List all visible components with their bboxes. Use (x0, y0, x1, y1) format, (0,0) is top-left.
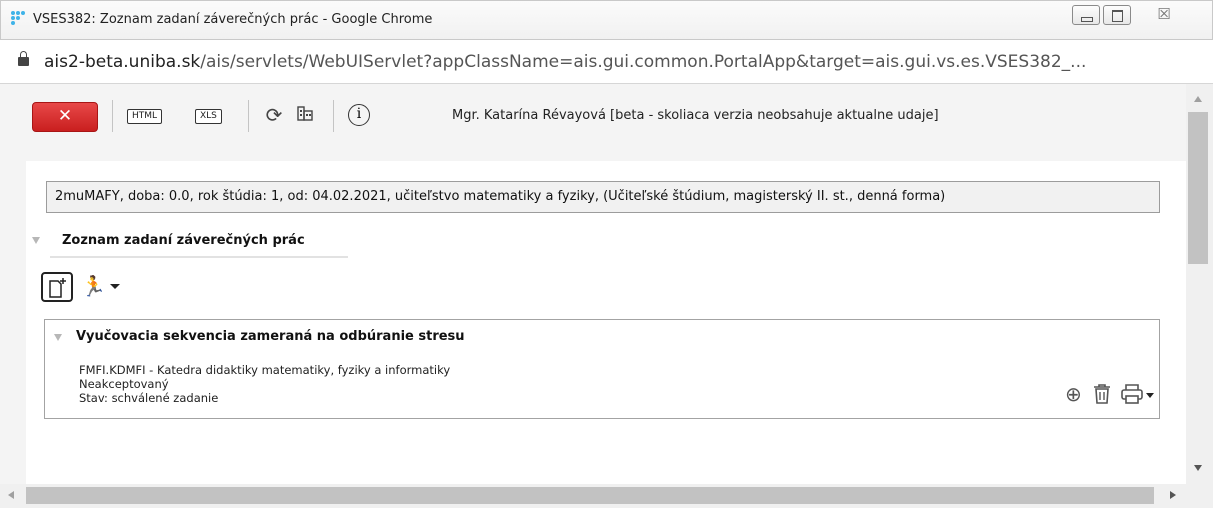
thesis-department: FMFI.KDMFI - Katedra didaktiky matematik… (79, 363, 451, 377)
app-toolbar: ✕ HTML XLS ⟳ i Mgr. Katarína Révayová [b… (0, 84, 1186, 148)
chevron-down-icon[interactable] (1146, 393, 1154, 398)
vertical-scrollbar[interactable] (1186, 84, 1213, 508)
zoom-in-icon[interactable]: ⊕ (1065, 382, 1082, 406)
thesis-card: Vyučovacia sekvencia zameraná na odbúran… (44, 319, 1160, 419)
study-summary: 2muMAFY, doba: 0.0, rok štúdia: 1, od: 0… (46, 181, 1160, 213)
organization-icon[interactable] (293, 103, 317, 127)
section-underline (50, 256, 348, 258)
refresh-icon[interactable]: ⟳ (262, 103, 286, 127)
new-document-button[interactable] (41, 272, 73, 302)
section-title: Zoznam zadaní záverečných prác (62, 233, 305, 248)
toolbar-separator (248, 100, 249, 132)
scroll-right-icon[interactable] (1170, 491, 1176, 499)
new-document-icon (49, 278, 66, 298)
print-icon[interactable] (1120, 383, 1144, 410)
app-dots-icon (11, 11, 25, 25)
scroll-up-icon[interactable] (1194, 96, 1202, 102)
chevron-down-icon[interactable] (110, 284, 120, 289)
close-app-button[interactable]: ✕ (32, 102, 98, 132)
thesis-state: Stav: schválené zadanie (79, 391, 219, 405)
running-person-icon[interactable]: 🏃 (81, 274, 106, 298)
scroll-down-icon[interactable] (1194, 465, 1202, 471)
scroll-left-icon[interactable] (8, 491, 14, 499)
thesis-title: Vyučovacia sekvencia zameraná na odbúran… (76, 329, 465, 344)
toolbar-separator (112, 100, 113, 132)
toolbar-separator (333, 100, 334, 132)
section-header[interactable]: Zoznam zadaní záverečných prác (26, 223, 1186, 258)
window-titlebar: VSES382: Zoznam zadaní záverečných prác … (0, 0, 1213, 40)
horizontal-scroll-thumb[interactable] (26, 487, 1154, 504)
user-info: Mgr. Katarína Révayová [beta - skoliaca … (452, 108, 939, 123)
export-xls-button[interactable]: XLS (195, 109, 222, 124)
url-path: /ais/servlets/WebUIServlet?appClassName=… (200, 52, 1087, 72)
address-bar[interactable]: ais2-beta.uniba.sk/ais/servlets/WebUISer… (0, 40, 1213, 84)
export-html-button[interactable]: HTML (127, 109, 163, 124)
window-close-button[interactable]: ☒ (1139, 4, 1189, 26)
horizontal-scrollbar[interactable] (0, 484, 1186, 508)
maximize-button[interactable] (1103, 5, 1131, 25)
url-domain: ais2-beta.uniba.sk (44, 52, 201, 72)
window-title: VSES382: Zoznam zadaní záverečných prác … (33, 12, 433, 27)
main-panel: 2muMAFY, doba: 0.0, rok štúdia: 1, od: 0… (26, 161, 1186, 484)
delete-icon[interactable] (1092, 383, 1112, 410)
info-icon[interactable]: i (348, 104, 370, 126)
page-content: ✕ HTML XLS ⟳ i Mgr. Katarína Révayová [b… (0, 84, 1213, 508)
minimize-button[interactable] (1072, 5, 1100, 25)
vertical-scroll-thumb[interactable] (1188, 112, 1208, 264)
url-text[interactable]: ais2-beta.uniba.sk/ais/servlets/WebUISer… (44, 52, 1086, 72)
collapse-toggle-icon[interactable] (32, 237, 40, 244)
collapse-toggle-icon[interactable] (54, 334, 62, 341)
thesis-acceptance: Neakceptovaný (79, 377, 169, 391)
lock-icon (18, 51, 29, 66)
